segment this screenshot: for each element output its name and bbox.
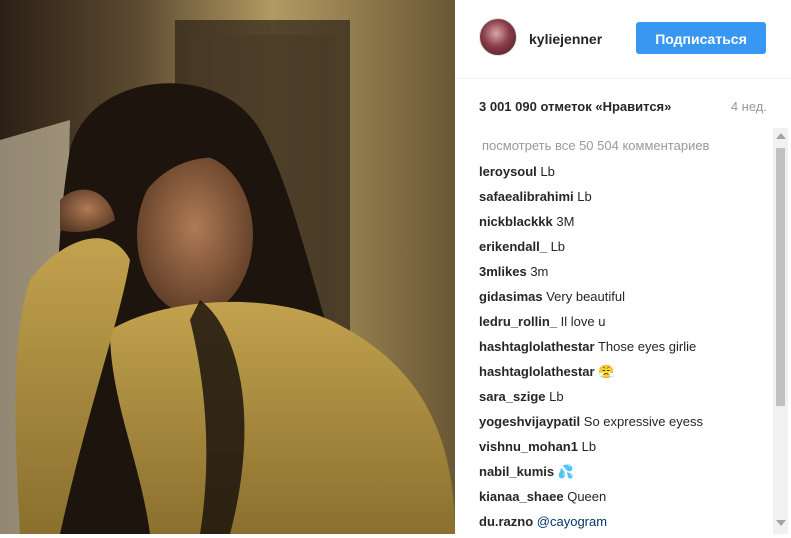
comment: nabil_kumis 💦 bbox=[479, 463, 769, 488]
scrollbar-thumb[interactable] bbox=[776, 148, 785, 406]
comment-mention-link[interactable]: @cayogram bbox=[537, 514, 607, 529]
comment: sara_szige Lb bbox=[479, 388, 769, 413]
comment: 3mlikes 3m bbox=[479, 263, 769, 288]
scroll-down-arrow-icon[interactable] bbox=[776, 520, 786, 526]
post-side-panel: kyliejenner Подписаться 3 001 090 отмето… bbox=[455, 0, 791, 534]
comment-text: Lb bbox=[540, 164, 555, 179]
comment: yogeshvijaypatil So expressive eyess bbox=[479, 413, 769, 438]
comment-text: 3M bbox=[556, 214, 575, 229]
comment-text: Queen bbox=[567, 489, 607, 504]
comment-username[interactable]: gidasimas bbox=[479, 289, 543, 304]
likes-count[interactable]: 3 001 090 отметок «Нравится» bbox=[479, 99, 671, 114]
comment-username[interactable]: nickblackkk bbox=[479, 214, 553, 229]
comment-username[interactable]: safaealibrahimi bbox=[479, 189, 574, 204]
comment-text: 💦 bbox=[557, 464, 574, 479]
comment-username[interactable]: du.razno bbox=[479, 514, 533, 529]
comment: vishnu_mohan1 Lb bbox=[479, 438, 769, 463]
photo-illustration bbox=[0, 0, 455, 534]
comment: nickblackkk 3M bbox=[479, 213, 769, 238]
comment-username[interactable]: 3mlikes bbox=[479, 264, 527, 279]
comment: erikendall_ Lb bbox=[479, 238, 769, 263]
comment: du.razno @cayogram bbox=[479, 513, 769, 538]
comment-username[interactable]: kianaa_shaee bbox=[479, 489, 564, 504]
comment-list: leroysoul Lb safaealibrahimi Lb nickblac… bbox=[479, 163, 769, 538]
post-photo[interactable] bbox=[0, 0, 455, 534]
comment: leroysoul Lb bbox=[479, 163, 769, 188]
comment-username[interactable]: leroysoul bbox=[479, 164, 537, 179]
comment-username[interactable]: hashtaglolathestar bbox=[479, 339, 595, 354]
comment-text: Lb bbox=[549, 389, 564, 404]
post-timestamp[interactable]: 4 нед. bbox=[731, 99, 767, 114]
comment-text: So expressive eyess bbox=[583, 414, 704, 429]
comment-username[interactable]: nabil_kumis bbox=[479, 464, 554, 479]
view-all-comments-link[interactable]: посмотреть все 50 504 комментариев bbox=[482, 138, 709, 153]
scroll-up-arrow-icon[interactable] bbox=[776, 133, 786, 139]
comment-text: Lb bbox=[577, 189, 592, 204]
comment-username[interactable]: yogeshvijaypatil bbox=[479, 414, 580, 429]
comment: safaealibrahimi Lb bbox=[479, 188, 769, 213]
comment-username[interactable]: hashtaglolathestar bbox=[479, 364, 595, 379]
comment-username[interactable]: erikendall_ bbox=[479, 239, 547, 254]
comment-text: Those eyes girlie bbox=[597, 339, 697, 354]
comment-text: Il love u bbox=[560, 314, 606, 329]
username-link[interactable]: kyliejenner bbox=[529, 31, 602, 47]
comment-text: 3m bbox=[530, 264, 549, 279]
comment-username[interactable]: vishnu_mohan1 bbox=[479, 439, 578, 454]
comment: gidasimas Very beautiful bbox=[479, 288, 769, 313]
post-header: kyliejenner Подписаться bbox=[455, 0, 791, 79]
avatar[interactable] bbox=[479, 18, 517, 56]
comment-text: Lb bbox=[550, 239, 566, 254]
comment-username[interactable]: ledru_rollin_ bbox=[479, 314, 557, 329]
comment-text: Very beautiful bbox=[546, 289, 625, 304]
comment-username[interactable]: sara_szige bbox=[479, 389, 546, 404]
comment-text: 😤 bbox=[598, 364, 615, 379]
comment: kianaa_shaee Queen bbox=[479, 488, 769, 513]
comment: hashtaglolathestar 😤 bbox=[479, 363, 769, 388]
comment: hashtaglolathestar Those eyes girlie bbox=[479, 338, 769, 363]
follow-button[interactable]: Подписаться bbox=[636, 22, 766, 54]
comment-text: Lb bbox=[581, 439, 597, 454]
comment: ledru_rollin_ Il love u bbox=[479, 313, 769, 338]
